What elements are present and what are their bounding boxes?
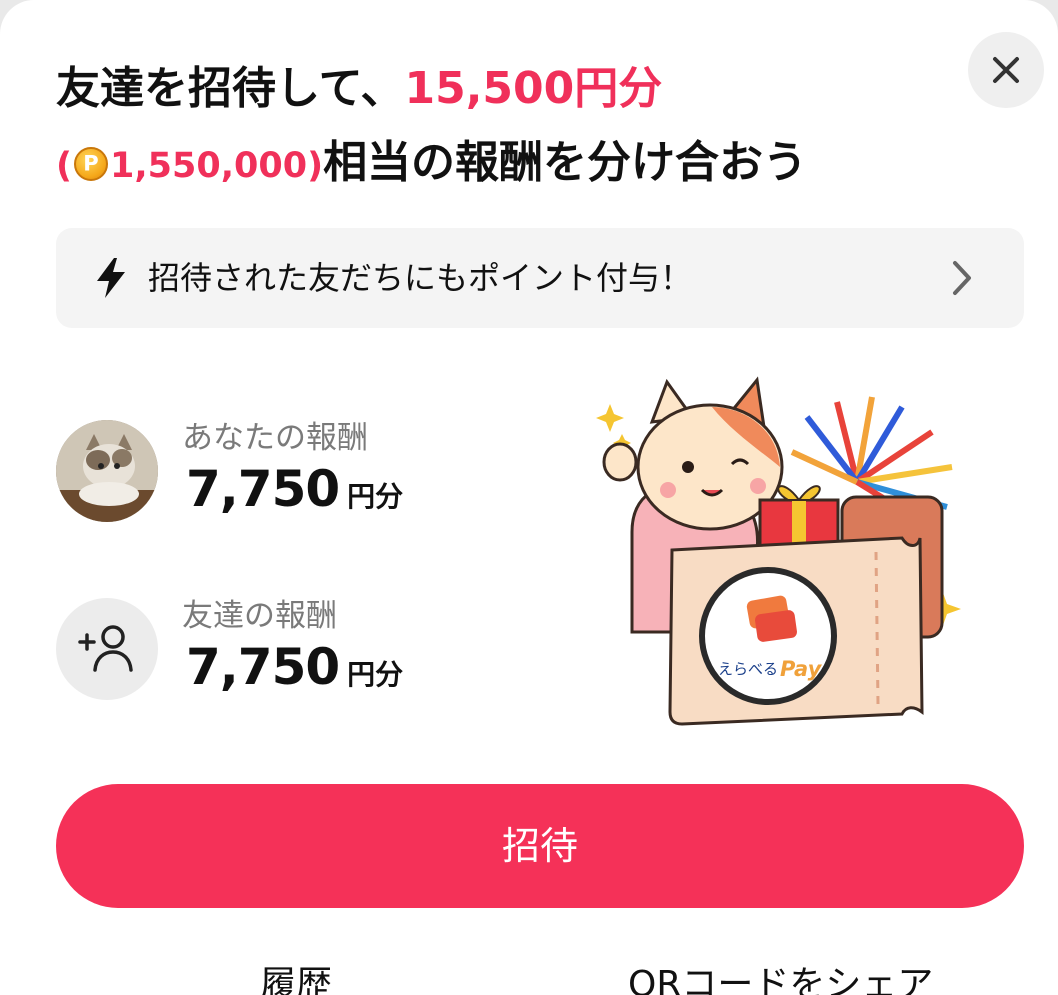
add-person-icon bbox=[78, 625, 133, 672]
point-coin-icon: P bbox=[74, 147, 108, 181]
chevron-right-icon bbox=[953, 261, 971, 295]
close-button[interactable] bbox=[968, 32, 1044, 108]
sparkle-icon bbox=[596, 404, 624, 432]
pay-brand-kana: えらべる bbox=[718, 660, 778, 678]
invite-sheet: 友達を招待して、15,500円分 ( P 1,550,000)相当の報酬を分け合おう… bbox=[0, 0, 1058, 995]
pay-ticket: えらべる Pay bbox=[668, 536, 924, 726]
pay-brand-word: Pay bbox=[780, 657, 823, 681]
notice-text: 招待された友だちにもポイント付与！ bbox=[148, 259, 693, 297]
add-friend-avatar bbox=[56, 598, 158, 700]
title-line-2: ( P 1,550,000)相当の報酬を分け合おう bbox=[56, 126, 956, 203]
referral-notice-banner[interactable]: 招待された友だちにもポイント付与！ bbox=[56, 228, 1024, 328]
my-reward-label: あなたの報酬 bbox=[182, 420, 368, 456]
qr-share-link[interactable]: QRコードをシェア bbox=[628, 955, 933, 995]
title-prefix: 友達を招待して、 bbox=[56, 63, 405, 114]
invite-button[interactable]: 招待 bbox=[56, 784, 1024, 908]
title-suffix: 相当の報酬を分け合おう bbox=[323, 137, 808, 188]
mascot-gift-illustration: えらべる Pay bbox=[596, 376, 961, 726]
user-avatar bbox=[56, 420, 158, 522]
title-line-1: 友達を招待して、15,500円分 bbox=[56, 52, 956, 126]
friend-reward-value: 7,750 bbox=[186, 638, 340, 696]
cat-photo-avatar bbox=[56, 420, 158, 522]
lightning-icon bbox=[97, 258, 125, 298]
friend-reward: 友達の報酬 7,750 円分 bbox=[56, 590, 576, 700]
my-reward-amount: 7,750 円分 bbox=[186, 460, 403, 518]
my-reward-value: 7,750 bbox=[186, 460, 340, 518]
coin-symbol: P bbox=[83, 151, 99, 176]
my-reward: あなたの報酬 7,750 円分 bbox=[56, 412, 576, 522]
friend-reward-label: 友達の報酬 bbox=[182, 598, 337, 634]
history-link[interactable]: 履歴 bbox=[260, 955, 332, 995]
title-points: 1,550,000) bbox=[110, 146, 324, 186]
my-reward-unit: 円分 bbox=[347, 480, 404, 513]
title-amount: 15,500円分 bbox=[404, 63, 663, 114]
friend-reward-unit: 円分 bbox=[347, 658, 404, 691]
invite-button-label: 招待 bbox=[501, 824, 578, 868]
title-paren-open: ( bbox=[56, 146, 72, 186]
friend-reward-amount: 7,750 円分 bbox=[186, 638, 403, 696]
page-title: 友達を招待して、15,500円分 ( P 1,550,000)相当の報酬を分け合おう bbox=[56, 52, 956, 203]
close-icon bbox=[993, 57, 1019, 83]
